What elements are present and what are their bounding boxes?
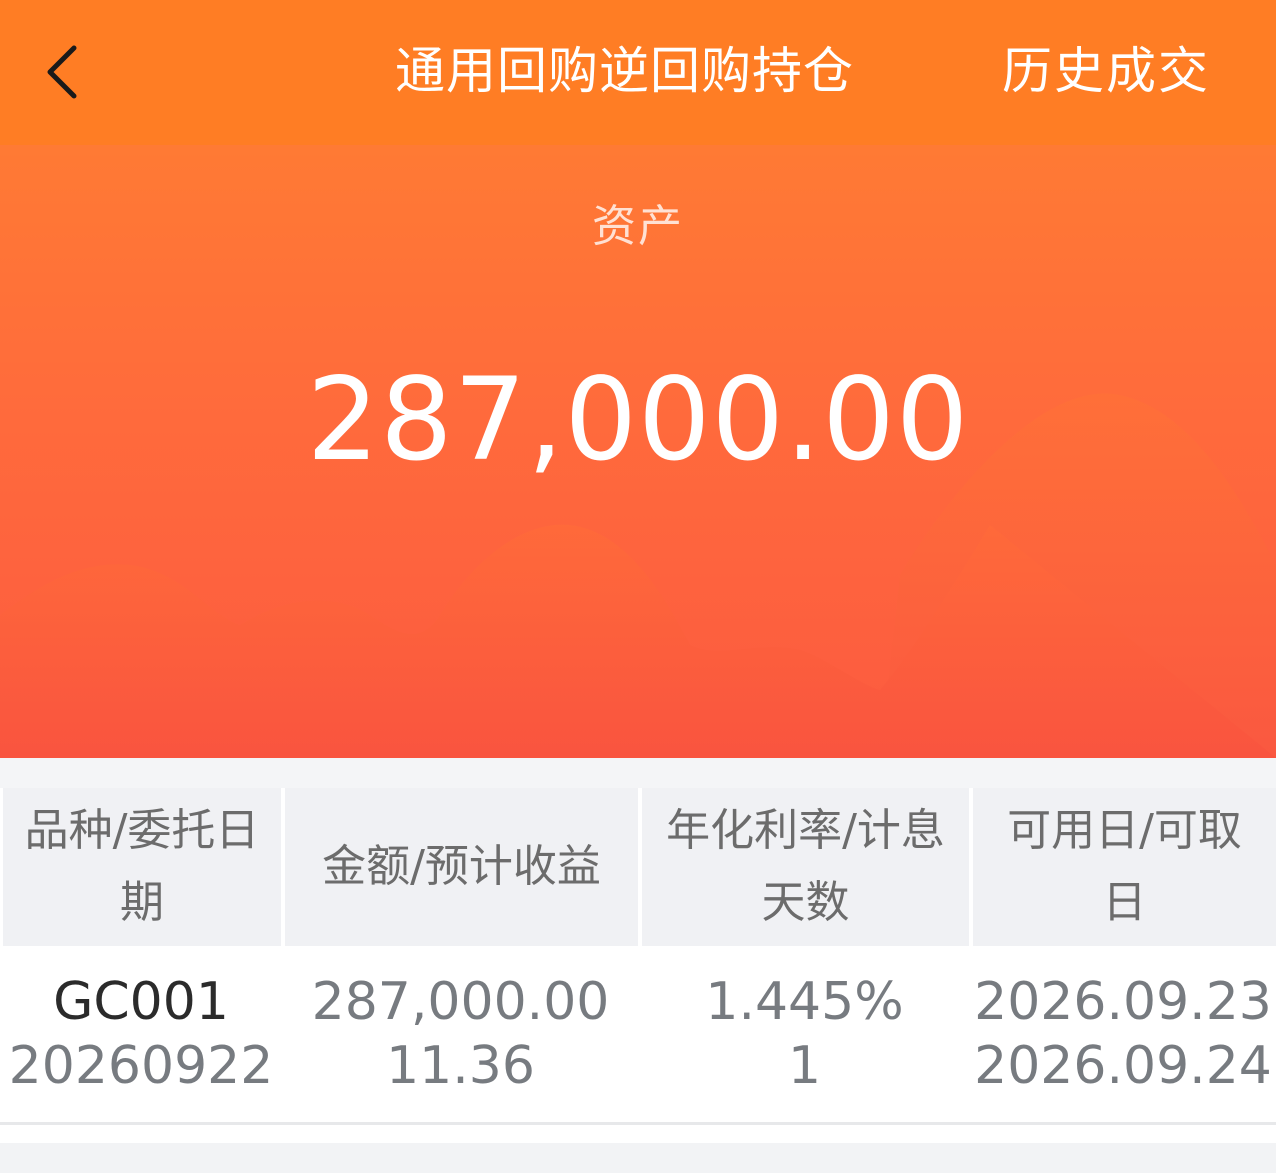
history-trades-link[interactable]: 历史成交: [1002, 36, 1210, 106]
cell-amount-income: 287,000.00 11.36: [282, 946, 639, 1122]
chevron-left-icon: [47, 45, 77, 99]
holdings-table: 品种/委托日期 金额/预计收益 年化利率/计息天数 可用日/可取日 GC001 …: [0, 758, 1276, 1173]
interest-days: 1: [787, 1036, 822, 1096]
order-date: 20260922: [8, 1036, 274, 1096]
amount: 287,000.00: [311, 972, 610, 1032]
table-row[interactable]: GC001 20260922 287,000.00 11.36 1.445% 1…: [0, 946, 1276, 1125]
header-available-withdraw: 可用日/可取日: [973, 788, 1276, 946]
page-bottom: [0, 1143, 1276, 1173]
asset-value: 287,000.00: [306, 353, 970, 486]
back-button[interactable]: [30, 30, 100, 114]
divider: [0, 758, 1276, 788]
top-navbar: 通用回购逆回购持仓 历史成交: [0, 0, 1276, 145]
header-amount-income: 金额/预计收益: [285, 788, 638, 946]
withdrawable-date: 2026.09.24: [974, 1036, 1272, 1096]
header-product-date: 品种/委托日期: [3, 788, 281, 946]
page-title: 通用回购逆回购持仓: [395, 42, 854, 100]
asset-panel: 资产 287,000.00: [0, 145, 1276, 758]
cell-available-withdraw: 2026.09.23 2026.09.24: [970, 946, 1276, 1122]
annual-rate: 1.445%: [705, 972, 904, 1032]
product-code: GC001: [53, 972, 229, 1032]
asset-label: 资产: [592, 201, 684, 252]
available-date: 2026.09.23: [974, 972, 1272, 1032]
cell-rate-days: 1.445% 1: [639, 946, 970, 1122]
list-bottom-padding: [0, 1125, 1276, 1143]
cell-product-date: GC001 20260922: [0, 946, 282, 1122]
expected-income: 11.36: [386, 1036, 535, 1096]
header-rate-days: 年化利率/计息天数: [642, 788, 969, 946]
table-header: 品种/委托日期 金额/预计收益 年化利率/计息天数 可用日/可取日: [0, 788, 1276, 946]
